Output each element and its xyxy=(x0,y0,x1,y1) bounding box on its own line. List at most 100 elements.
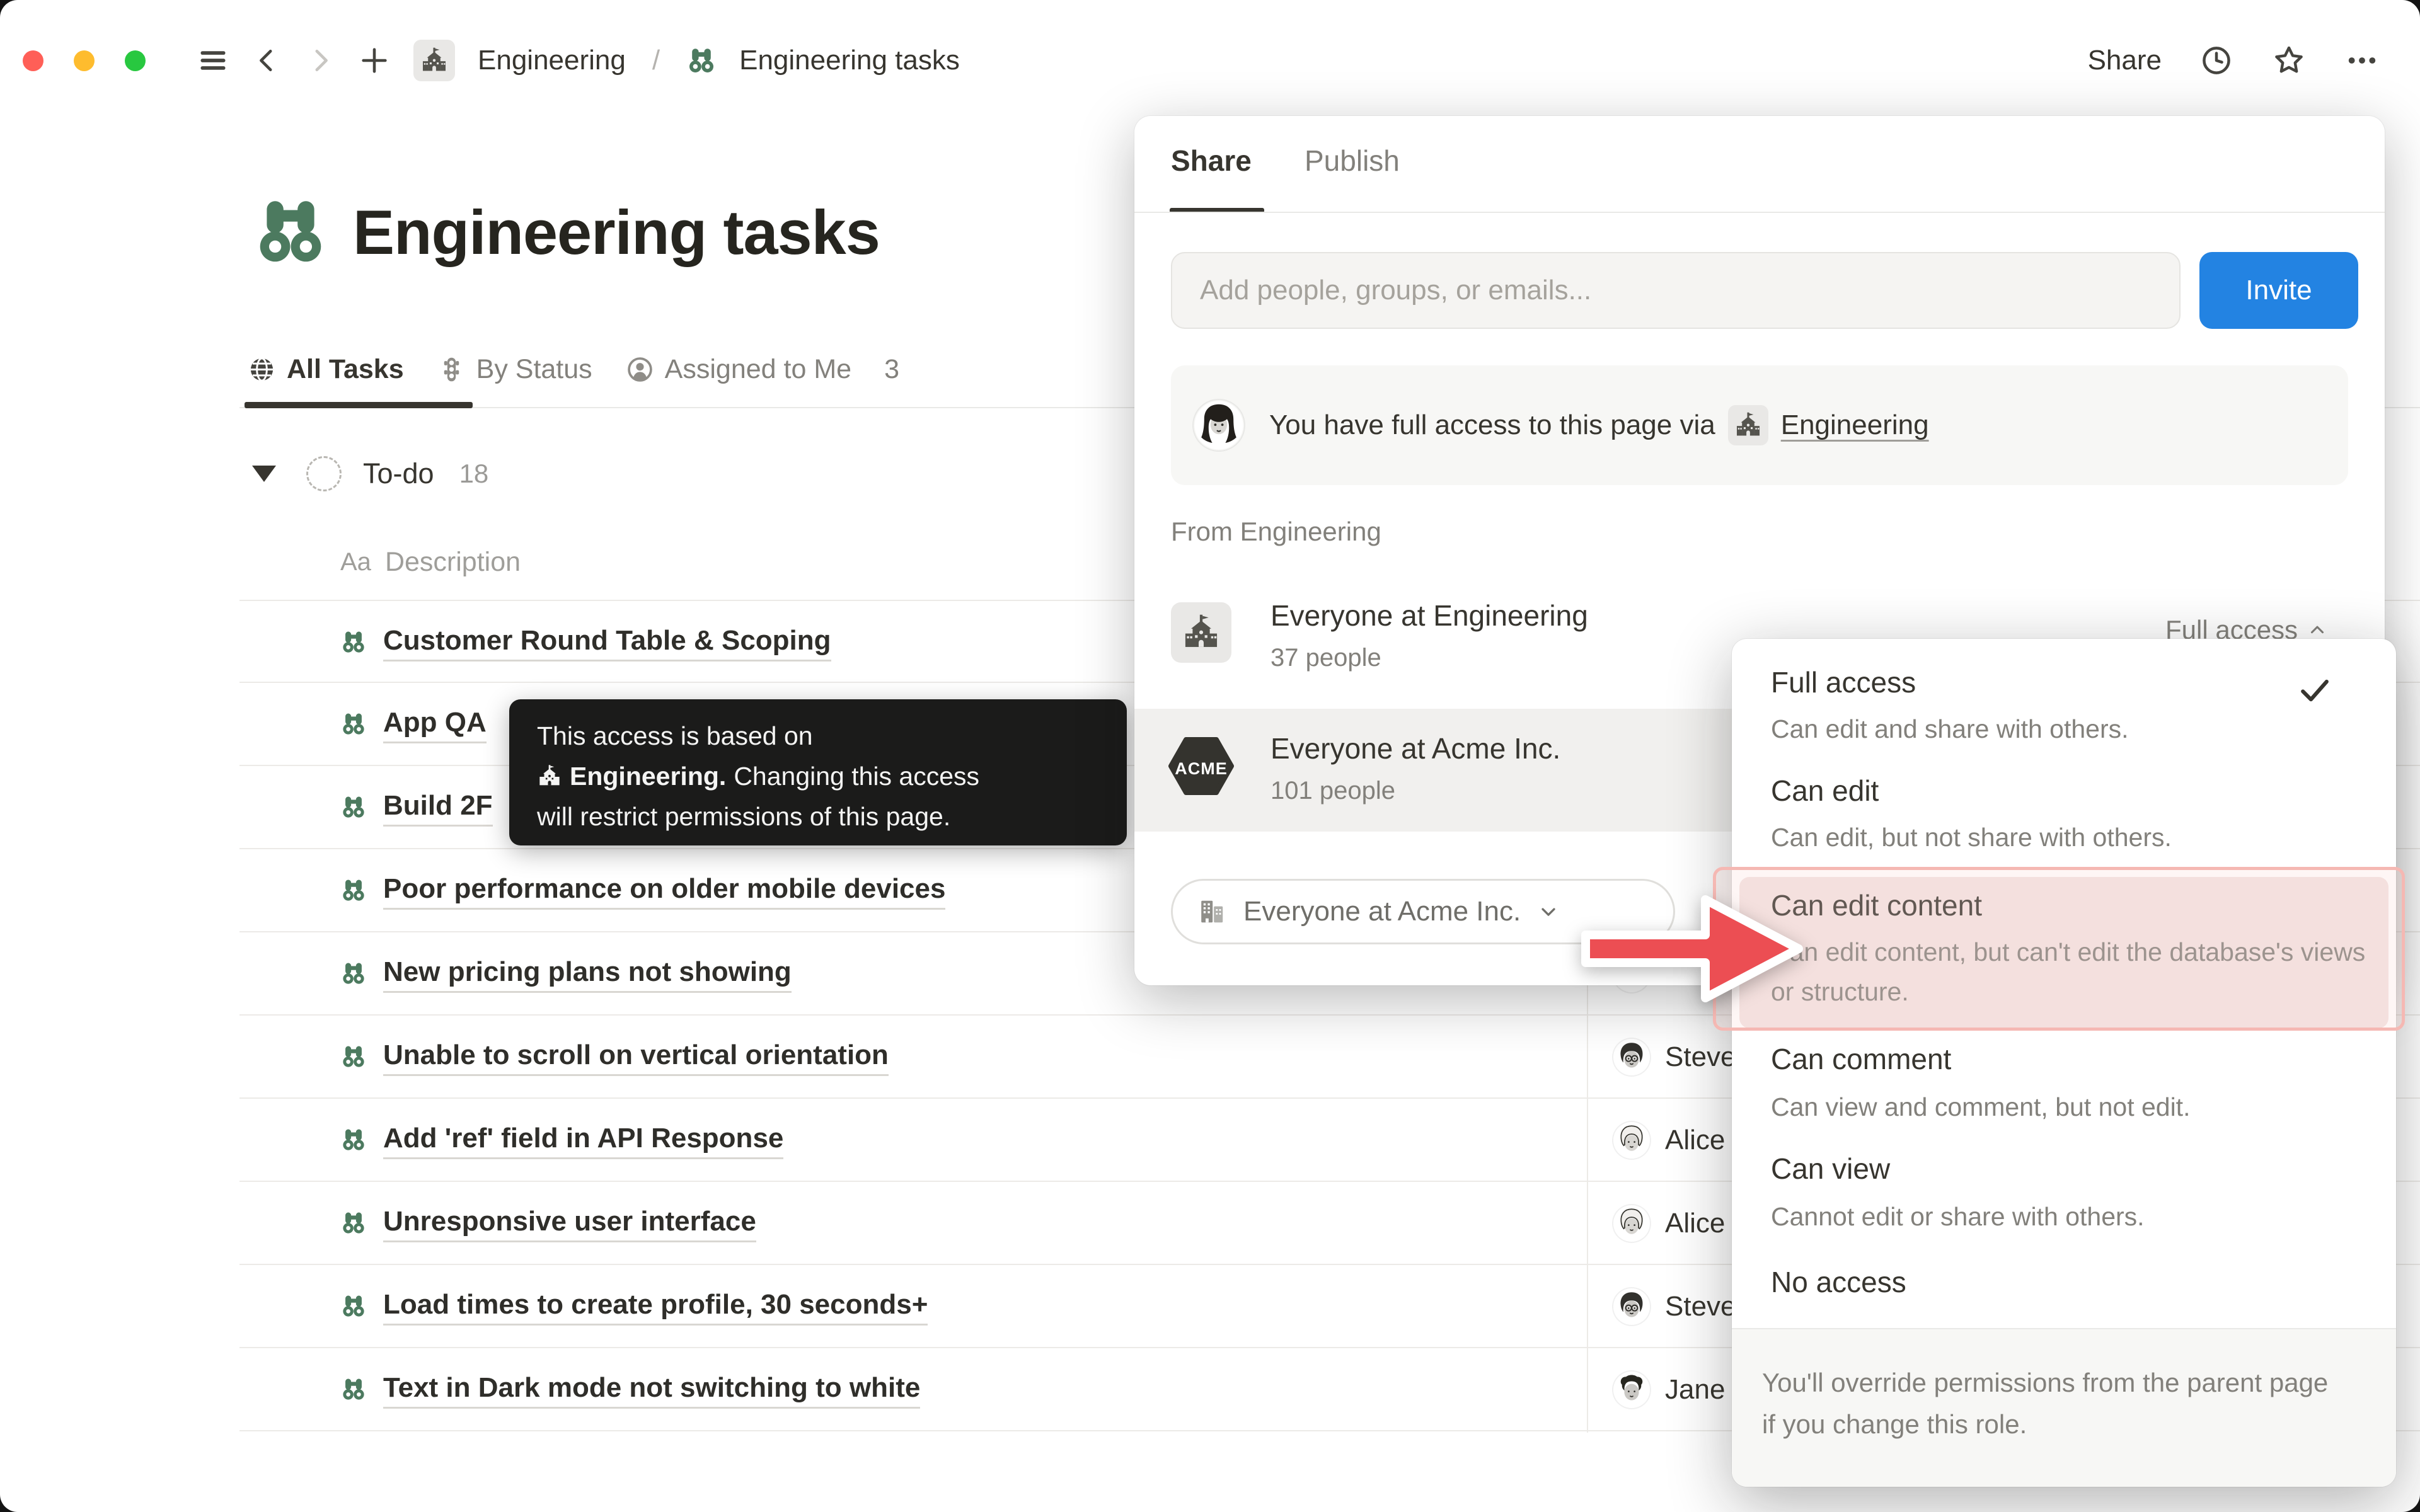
acme-logo xyxy=(1168,736,1234,796)
favorite-star-icon[interactable] xyxy=(2271,43,2307,78)
binoculars-icon xyxy=(340,960,367,987)
share-button[interactable]: Share xyxy=(2088,45,2162,76)
group-row-meta: 101 people xyxy=(1270,777,1395,805)
tab-assigned-to-me[interactable]: Assigned to Me xyxy=(625,354,851,385)
breadcrumb-separator: / xyxy=(652,45,660,76)
section-label: From Engineering xyxy=(1171,517,1381,547)
menu-item-desc: Can edit and share with others. xyxy=(1771,709,2129,749)
assignee-name: Alice xyxy=(1665,1125,1725,1156)
annotation-arrow-icon xyxy=(1579,887,1806,1011)
task-title[interactable]: Poor performance on older mobile devices xyxy=(383,873,945,910)
assignee-name: Alice xyxy=(1665,1208,1725,1239)
dialog-tab-publish[interactable]: Publish xyxy=(1305,144,1400,178)
menu-item-full-access[interactable]: Full access xyxy=(1771,665,1916,699)
chevron-up-icon xyxy=(2307,619,2328,641)
page-title: Engineering tasks xyxy=(353,197,880,268)
task-title[interactable]: App QA xyxy=(383,707,487,743)
task-title[interactable]: Unresponsive user interface xyxy=(383,1206,756,1242)
notion-window: Engineering / Engineering tasks Share En… xyxy=(0,0,2420,1512)
back-icon[interactable] xyxy=(252,45,282,76)
menu-footer: You'll override permissions from the par… xyxy=(1732,1328,2396,1487)
column-header[interactable]: Aa Description xyxy=(340,542,521,582)
chevron-down-icon xyxy=(1537,900,1560,923)
menu-item-no-access[interactable]: No access xyxy=(1771,1265,1906,1299)
group-header-todo: To-do 18 xyxy=(252,445,488,503)
text-type-icon: Aa xyxy=(340,548,371,576)
todo-status-icon xyxy=(306,456,342,491)
sidebar-toggle-icon[interactable] xyxy=(197,44,229,77)
zoom-window-button[interactable] xyxy=(125,50,146,71)
binoculars-icon xyxy=(340,711,367,737)
menu-footer-text: You'll override permissions from the par… xyxy=(1762,1362,2342,1445)
binoculars-icon xyxy=(340,877,367,903)
task-title[interactable]: New pricing plans not showing xyxy=(383,956,792,993)
group-icon-engineering xyxy=(1171,602,1231,663)
task-title[interactable]: Load times to create profile, 30 seconds… xyxy=(383,1289,928,1326)
window-controls xyxy=(23,50,146,71)
group-row-meta: 37 people xyxy=(1270,644,1381,672)
dialog-tab-share[interactable]: Share xyxy=(1171,144,1252,178)
binoculars-icon xyxy=(340,1293,367,1319)
tooltip-line2: Changing this access xyxy=(734,756,979,796)
task-title[interactable]: Build 2F xyxy=(383,790,493,827)
breadcrumb-workspace-icon[interactable] xyxy=(413,40,455,81)
menu-item-can-comment[interactable]: Can comment xyxy=(1771,1042,1951,1076)
task-title[interactable]: Unable to scroll on vertical orientation xyxy=(383,1040,889,1076)
page-icon-binoculars[interactable] xyxy=(252,193,329,270)
avatar xyxy=(1613,1288,1650,1325)
new-page-icon[interactable] xyxy=(358,44,391,77)
invite-input[interactable] xyxy=(1171,252,2181,329)
topbar-nav: Engineering / Engineering tasks xyxy=(197,25,960,96)
assignee-cell[interactable]: Alice xyxy=(1613,1182,1725,1265)
assignee-name: Jane xyxy=(1665,1374,1725,1406)
engineering-link[interactable]: Engineering xyxy=(1781,410,1929,441)
assignee-cell[interactable]: Jane xyxy=(1613,1348,1725,1431)
assignee-cell[interactable]: Steve xyxy=(1613,1265,1736,1348)
breadcrumb-parent[interactable]: Engineering xyxy=(478,45,626,76)
school-icon xyxy=(1728,405,1768,445)
more-options-icon[interactable] xyxy=(2344,43,2380,78)
group-row-name: Everyone at Acme Inc. xyxy=(1270,731,1560,765)
binoculars-icon xyxy=(340,794,367,820)
access-tooltip: This access is based on Engineering. Cha… xyxy=(509,699,1127,845)
binoculars-icon xyxy=(340,1043,367,1070)
task-title[interactable]: Text in Dark mode not switching to white xyxy=(383,1372,920,1409)
tooltip-line1: This access is based on xyxy=(537,716,813,756)
tab-all-tasks[interactable]: All Tasks xyxy=(247,354,404,385)
binoculars-icon xyxy=(340,1376,367,1402)
binoculars-icon xyxy=(340,1126,367,1153)
group-name[interactable]: To-do xyxy=(363,457,434,490)
assignee-cell[interactable]: Alice xyxy=(1613,1099,1725,1182)
task-title[interactable]: Customer Round Table & Scoping xyxy=(383,625,831,662)
tab-partial[interactable]: 3 xyxy=(884,354,899,385)
check-icon xyxy=(2296,672,2333,708)
office-building-icon xyxy=(1197,896,1227,927)
group-row-engineering[interactable]: Everyone at Engineering xyxy=(1270,598,1588,633)
annotation-highlight-box xyxy=(1713,867,2405,1031)
assignee-name: Steve xyxy=(1665,1041,1736,1073)
active-tab-underline xyxy=(245,402,473,408)
menu-item-desc: Cannot edit or share with others. xyxy=(1771,1197,2145,1237)
menu-item-can-edit[interactable]: Can edit xyxy=(1771,774,1879,808)
breadcrumb-page[interactable]: Engineering tasks xyxy=(739,45,960,76)
avatar xyxy=(1613,1205,1650,1242)
menu-item-can-view[interactable]: Can view xyxy=(1771,1152,1890,1186)
collapse-triangle-icon[interactable] xyxy=(252,466,276,482)
current-user-avatar xyxy=(1194,400,1244,450)
menu-item-desc: Can edit, but not share with others. xyxy=(1771,818,2172,857)
column-header-label: Description xyxy=(385,547,521,578)
avatar xyxy=(1613,1039,1650,1075)
avatar xyxy=(1613,1372,1650,1408)
updates-clock-icon[interactable] xyxy=(2199,43,2233,77)
access-banner: You have full access to this page via En… xyxy=(1171,365,2348,485)
close-window-button[interactable] xyxy=(23,50,43,71)
role-menu: Full access Can edit and share with othe… xyxy=(1732,639,2396,1487)
forward-icon[interactable] xyxy=(305,45,335,76)
invite-button[interactable]: Invite xyxy=(2199,252,2358,329)
tab-by-status[interactable]: By Status xyxy=(437,354,592,385)
task-title[interactable]: Add 'ref' field in API Response xyxy=(383,1123,783,1159)
binoculars-icon xyxy=(686,45,717,76)
school-icon xyxy=(537,764,562,789)
binoculars-icon xyxy=(340,1210,367,1236)
minimize-window-button[interactable] xyxy=(74,50,95,71)
